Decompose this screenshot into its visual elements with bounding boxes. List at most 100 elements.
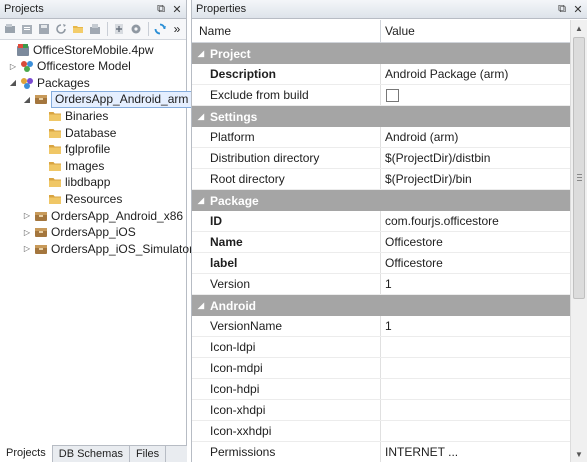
column-header-value[interactable]: Value — [381, 20, 571, 42]
expand-icon[interactable]: ▷ — [22, 211, 32, 221]
tree-node[interactable]: ▷ Officestore Model — [8, 58, 131, 75]
row-gutter — [192, 64, 203, 84]
build-icon[interactable] — [87, 21, 103, 37]
expand-icon[interactable]: ▷ — [8, 61, 18, 71]
row-gutter — [192, 211, 203, 231]
tree-node[interactable]: libdbapp — [36, 174, 110, 191]
property-value[interactable]: Officestore — [381, 232, 571, 252]
toolbar-separator — [107, 22, 108, 36]
property-row[interactable]: Permissions INTERNET ... — [192, 442, 571, 462]
property-group-name: Package — [210, 193, 259, 208]
collapse-icon[interactable]: ◢ — [8, 78, 18, 88]
tree-node-label: Packages — [37, 75, 90, 90]
property-value[interactable] — [381, 337, 571, 357]
tree-node[interactable]: Resources — [36, 190, 122, 207]
package-icon — [35, 244, 47, 254]
collapse-icon[interactable]: ◢ — [192, 196, 210, 205]
tab-files[interactable]: Files — [130, 446, 167, 462]
tree-node[interactable]: fglprofile — [36, 141, 110, 158]
open-workspace-icon[interactable] — [19, 21, 35, 37]
tab-db-schemas[interactable]: DB Schemas — [53, 446, 130, 462]
expand-icon[interactable]: ▷ — [22, 227, 32, 237]
property-value[interactable]: Officestore — [381, 253, 571, 273]
property-value[interactable]: INTERNET ... — [381, 442, 571, 462]
open-folder-icon[interactable] — [70, 21, 86, 37]
property-name: Icon-ldpi — [203, 337, 381, 357]
property-value-cell[interactable] — [381, 85, 571, 105]
tree-node-label: libdbapp — [65, 175, 111, 190]
scroll-down-icon[interactable]: ▼ — [571, 446, 587, 462]
property-value[interactable]: 1 — [381, 316, 571, 336]
property-group-header[interactable]: ◢ Android — [192, 295, 571, 316]
property-row[interactable]: ID com.fourjs.officestore — [192, 211, 571, 232]
scrollbar-thumb[interactable] — [573, 37, 585, 299]
property-value[interactable] — [381, 358, 571, 378]
property-row[interactable]: Icon-xxhdpi — [192, 421, 571, 442]
collapse-icon[interactable]: ◢ — [192, 112, 210, 121]
property-value[interactable]: com.fourjs.officestore — [381, 211, 571, 231]
property-row[interactable]: Icon-mdpi — [192, 358, 571, 379]
property-name: Version — [203, 274, 381, 294]
collapse-icon[interactable]: ◢ — [22, 94, 32, 104]
properties-scrollbar[interactable]: ▲ ▼ — [570, 20, 587, 462]
property-group-header[interactable]: ◢ Project — [192, 43, 571, 64]
tree-node[interactable]: ▷ OrdersApp_Android_x86 — [22, 207, 183, 224]
expand-icon[interactable]: ▷ — [22, 244, 32, 254]
property-row[interactable]: Exclude from build — [192, 85, 571, 106]
float-icon[interactable]: ⧉ — [555, 2, 569, 16]
exclude-from-build-checkbox[interactable] — [386, 88, 399, 102]
collapse-icon[interactable]: ◢ — [192, 49, 210, 58]
settings-icon[interactable] — [128, 21, 144, 37]
property-row[interactable]: Platform Android (arm) — [192, 127, 571, 148]
column-header-name[interactable]: Name — [192, 20, 381, 42]
add-node-icon[interactable] — [111, 21, 127, 37]
row-gutter — [192, 127, 203, 147]
row-gutter — [192, 379, 203, 399]
sync-icon[interactable] — [152, 21, 168, 37]
property-row[interactable]: VersionName 1 — [192, 316, 571, 337]
property-name: Permissions — [203, 442, 381, 462]
property-row[interactable]: Distribution directory $(ProjectDir)/dist… — [192, 148, 571, 169]
property-row[interactable]: label Officestore — [192, 253, 571, 274]
tree-node[interactable]: Database — [36, 124, 116, 141]
property-row[interactable]: Icon-hdpi — [192, 379, 571, 400]
property-value[interactable]: Android Package (arm) — [381, 64, 571, 84]
tree-node[interactable]: Images — [36, 157, 104, 174]
property-row[interactable]: Description Android Package (arm) — [192, 64, 571, 85]
close-icon[interactable]: ✕ — [170, 2, 184, 16]
property-group-header[interactable]: ◢ Package — [192, 190, 571, 211]
tree-node[interactable]: ▷ OrdersApp_iOS_Simulator — [22, 240, 193, 257]
scroll-up-icon[interactable]: ▲ — [571, 20, 587, 36]
property-group-header[interactable]: ◢ Settings — [192, 106, 571, 127]
property-value[interactable]: 1 — [381, 274, 571, 294]
toolbar-overflow-icon[interactable]: » — [169, 21, 185, 37]
package-icon — [35, 211, 47, 221]
property-row[interactable]: Name Officestore — [192, 232, 571, 253]
property-value[interactable]: Android (arm) — [381, 127, 571, 147]
float-icon[interactable]: ⧉ — [154, 2, 168, 16]
refresh-icon[interactable] — [53, 21, 69, 37]
property-value[interactable] — [381, 421, 571, 441]
tree-node[interactable]: ◢ Packages — [8, 74, 90, 91]
close-icon[interactable]: ✕ — [571, 2, 585, 16]
new-workspace-icon[interactable] — [2, 21, 18, 37]
property-value[interactable] — [381, 400, 571, 420]
row-gutter — [192, 274, 203, 294]
tree-node[interactable]: ◢ OrdersApp_Android_arm — [22, 90, 193, 108]
property-value[interactable]: $(ProjectDir)/bin — [381, 169, 571, 189]
save-icon[interactable] — [36, 21, 52, 37]
tree-node[interactable]: ▷ OrdersApp_iOS — [22, 224, 136, 241]
tree-node[interactable]: OfficeStoreMobile.4pw — [4, 41, 154, 58]
projects-panel-title: Projects — [4, 3, 44, 15]
property-row[interactable]: Icon-xhdpi — [192, 400, 571, 421]
property-row[interactable]: Version 1 — [192, 274, 571, 295]
property-value[interactable] — [381, 379, 571, 399]
property-row[interactable]: Icon-ldpi — [192, 337, 571, 358]
tab-projects[interactable]: Projects — [0, 445, 53, 462]
property-row[interactable]: Root directory $(ProjectDir)/bin — [192, 169, 571, 190]
tree-node[interactable]: Binaries — [36, 107, 108, 124]
property-value[interactable]: $(ProjectDir)/distbin — [381, 148, 571, 168]
collapse-icon[interactable]: ◢ — [192, 301, 210, 310]
